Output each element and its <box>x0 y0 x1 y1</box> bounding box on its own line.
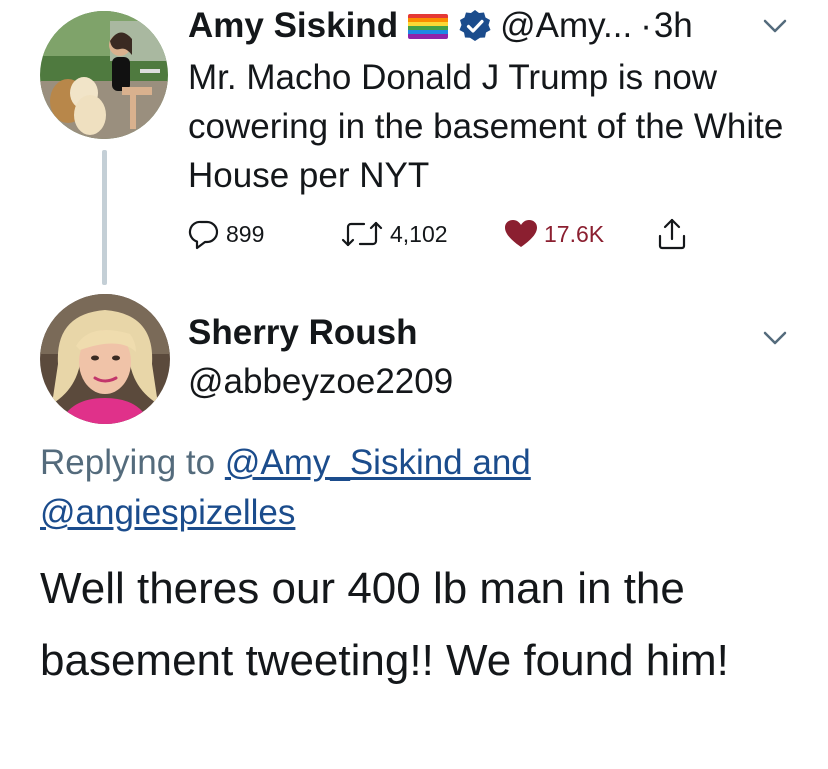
avatar-image <box>40 294 170 424</box>
handle[interactable]: @Amy... <box>500 6 632 46</box>
like-button[interactable]: 17.6K <box>504 214 604 254</box>
heart-icon <box>505 220 537 247</box>
verified-badge-icon <box>459 10 491 41</box>
reply-icon <box>188 220 219 250</box>
retweet-count: 4,102 <box>390 220 448 247</box>
mention-link[interactable]: @angiespizelles <box>40 493 295 532</box>
avatar-image <box>40 11 168 139</box>
avatar[interactable] <box>40 11 168 139</box>
tweet-actions: 899 4,102 17.6K <box>188 214 708 254</box>
rainbow-flag-icon <box>408 13 449 39</box>
reply-count: 899 <box>226 220 265 247</box>
reply-button[interactable]: 899 <box>188 214 264 254</box>
chevron-down-icon[interactable] <box>762 330 788 346</box>
timestamp[interactable]: 3h <box>654 6 693 46</box>
reply-text: Well theres our 400 lb man in the baseme… <box>40 564 729 685</box>
handle[interactable]: @abbeyzoe2209 <box>188 362 453 402</box>
thread-connector-line <box>102 150 107 285</box>
display-name[interactable]: Amy Siskind <box>188 6 398 46</box>
like-count: 17.6K <box>544 220 605 247</box>
replying-to-label: Replying to <box>40 443 225 482</box>
chevron-down-icon[interactable] <box>762 18 788 34</box>
share-icon <box>658 218 686 250</box>
display-name[interactable]: Sherry Roush <box>188 313 418 353</box>
avatar[interactable] <box>40 294 170 424</box>
replying-to: Replying to @Amy_Siskind and @angiespizel… <box>40 438 800 538</box>
share-button[interactable] <box>656 214 688 254</box>
retweet-icon <box>341 221 383 247</box>
retweet-button[interactable]: 4,102 <box>340 214 448 254</box>
separator-dot: · <box>640 6 652 45</box>
mention-link[interactable]: @Amy_Siskind and <box>225 443 531 482</box>
tweet-header: Amy Siskind @Amy... · 3h <box>188 2 798 50</box>
tweet-text: Mr. Macho Donald J Trump is now cowering… <box>188 58 784 195</box>
